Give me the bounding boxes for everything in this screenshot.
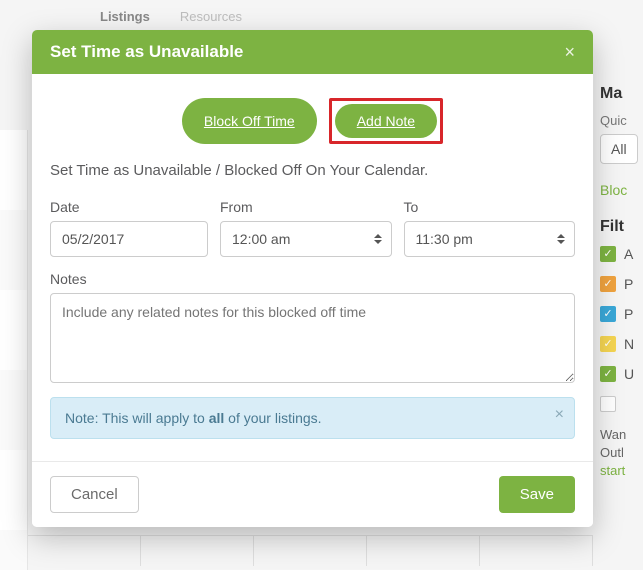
alert-text-suffix: of your listings. bbox=[224, 410, 321, 426]
from-time-select[interactable] bbox=[220, 221, 392, 257]
info-alert: Note: This will apply to all of your lis… bbox=[50, 397, 575, 439]
filter-label: P bbox=[624, 276, 633, 292]
modal-footer: Cancel Save bbox=[32, 461, 593, 527]
right-quick-label: Quic bbox=[600, 113, 643, 128]
date-input[interactable] bbox=[50, 221, 208, 257]
right-want-text: Wan Outl start bbox=[600, 426, 643, 481]
filter-checkbox-row[interactable]: P bbox=[600, 276, 643, 292]
modal-body: Block Off Time Add Note Set Time as Unav… bbox=[32, 74, 593, 461]
chevron-updown-icon bbox=[557, 234, 565, 244]
checkbox-icon bbox=[600, 306, 616, 322]
alert-text-prefix: Note: This will apply to bbox=[65, 410, 209, 426]
date-time-row: Date From To bbox=[50, 199, 575, 257]
filter-checkbox-row[interactable] bbox=[600, 396, 643, 412]
modal-intro-text: Set Time as Unavailable / Blocked Off On… bbox=[50, 162, 575, 179]
add-note-button[interactable]: Add Note bbox=[335, 104, 437, 138]
save-button[interactable]: Save bbox=[499, 476, 575, 513]
right-filter-heading: Filt bbox=[600, 218, 643, 236]
close-icon[interactable]: × bbox=[564, 43, 575, 61]
notes-label: Notes bbox=[50, 271, 575, 287]
checkbox-icon bbox=[600, 276, 616, 292]
to-label: To bbox=[404, 199, 576, 215]
nav-resources: Resources bbox=[180, 9, 242, 24]
chevron-updown-icon bbox=[374, 234, 382, 244]
from-label: From bbox=[220, 199, 392, 215]
background-right-panel: Ma Quic All Bloc Filt APPNU Wan Outl sta… bbox=[600, 85, 643, 481]
background-calendar-gutter bbox=[0, 130, 28, 570]
alert-close-icon[interactable]: × bbox=[555, 406, 564, 424]
checkbox-icon bbox=[600, 336, 616, 352]
filter-label: A bbox=[624, 246, 633, 262]
checkbox-icon bbox=[600, 366, 616, 382]
alert-text-bold: all bbox=[209, 410, 225, 426]
to-time-select[interactable] bbox=[404, 221, 576, 257]
filter-checkbox-row[interactable]: P bbox=[600, 306, 643, 322]
nav-listings: Listings bbox=[100, 9, 150, 24]
add-note-highlight: Add Note bbox=[329, 98, 443, 144]
notes-textarea[interactable] bbox=[50, 293, 575, 383]
filter-label: P bbox=[624, 306, 633, 322]
checkbox-icon bbox=[600, 246, 616, 262]
checkbox-icon bbox=[600, 396, 616, 412]
right-all-button[interactable]: All bbox=[600, 134, 638, 164]
block-off-time-button[interactable]: Block Off Time bbox=[182, 98, 317, 144]
background-top-nav: Listings Resources bbox=[0, 0, 643, 28]
filter-label: N bbox=[624, 336, 634, 352]
modal-header: Set Time as Unavailable × bbox=[32, 30, 593, 74]
cancel-button[interactable]: Cancel bbox=[50, 476, 139, 513]
modal-title: Set Time as Unavailable bbox=[50, 42, 243, 62]
background-calendar-cells bbox=[28, 535, 593, 566]
tab-row: Block Off Time Add Note bbox=[50, 98, 575, 144]
filter-checkbox-row[interactable]: N bbox=[600, 336, 643, 352]
filter-checkbox-row[interactable]: A bbox=[600, 246, 643, 262]
date-label: Date bbox=[50, 199, 208, 215]
right-heading: Ma bbox=[600, 85, 643, 103]
right-block-link[interactable]: Bloc bbox=[600, 182, 643, 198]
filter-label: U bbox=[624, 366, 634, 382]
set-time-unavailable-modal: Set Time as Unavailable × Block Off Time… bbox=[32, 30, 593, 527]
right-start-link[interactable]: start bbox=[600, 463, 625, 478]
filter-checkbox-row[interactable]: U bbox=[600, 366, 643, 382]
